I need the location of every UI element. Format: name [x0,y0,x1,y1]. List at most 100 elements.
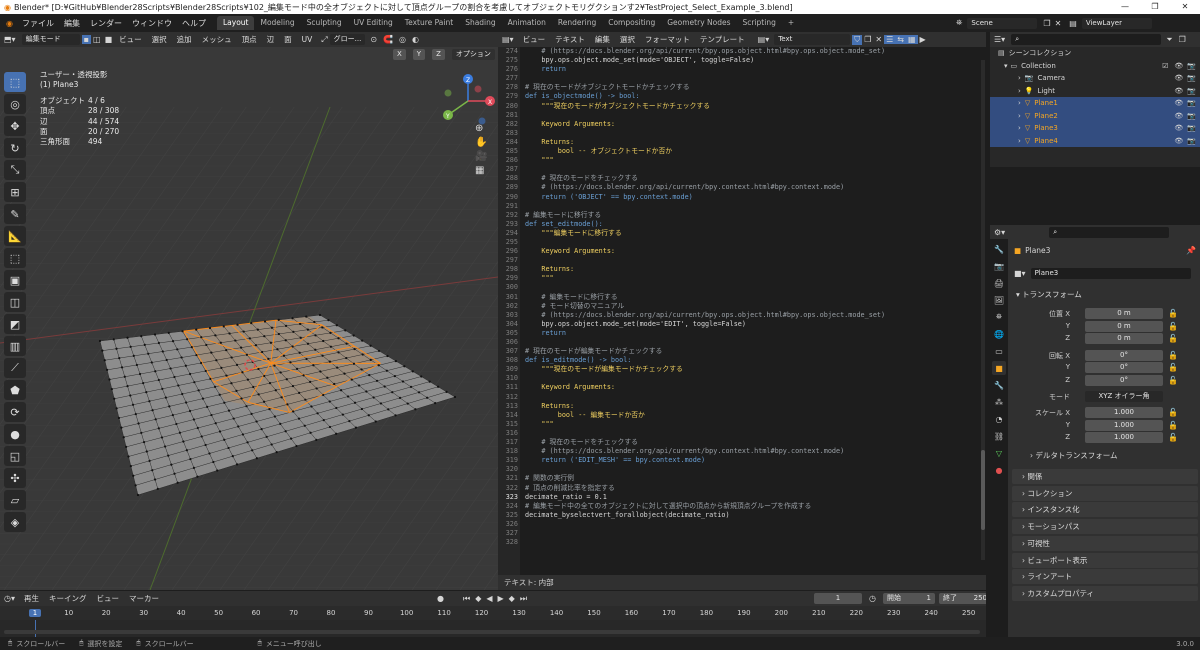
scrollbar-thumb[interactable] [981,450,985,530]
mesh-vertex[interactable] [117,416,121,420]
zoom-icon[interactable]: ⊕ [475,123,487,134]
viewport-menu-view[interactable]: ビュー [114,34,147,45]
mesh-vertex[interactable] [357,384,361,387]
mesh-vertex[interactable] [391,391,394,394]
mesh-vertex[interactable] [289,361,292,364]
mesh-vertex[interactable] [275,451,278,454]
render-camera-icon[interactable]: 📷 [1187,124,1196,132]
object-tab-icon[interactable]: ■ [992,361,1006,375]
code-line[interactable]: 290 return ('OBJECT' == bpy.context.mode… [498,193,885,202]
options-button[interactable]: オプション [451,49,495,60]
tab-modeling[interactable]: Modeling [254,16,300,30]
mesh-vertex[interactable] [282,354,286,357]
mesh-vertex[interactable] [337,351,340,354]
maximize-button[interactable]: ❐ [1140,0,1170,14]
mesh-vertex[interactable] [136,493,140,497]
expand-arrow-icon[interactable]: › [1018,87,1021,95]
mesh-vertex[interactable] [153,333,157,336]
text-editor[interactable]: 274 # (https://docs.blender.org/api/curr… [498,47,986,575]
code-line[interactable]: 287 [498,165,885,174]
mesh-vertex[interactable] [195,353,198,357]
mesh-vertex[interactable] [190,346,193,349]
mesh-vertex[interactable] [299,336,302,339]
viewport-menu-face[interactable]: 面 [279,34,297,45]
mesh-vertex[interactable] [131,403,135,406]
mesh-vertex[interactable] [153,478,157,481]
render-camera-icon[interactable]: 📷 [1187,112,1196,120]
mesh-vertex[interactable] [236,323,239,326]
jump-start-icon[interactable]: ⏮ [463,594,470,604]
mesh-vertex[interactable] [185,401,188,404]
viewport-menu-select[interactable]: 選択 [147,34,172,45]
code-line[interactable]: 285 bool -- オブジェクトモードか否か [498,147,885,156]
mesh-vertex[interactable] [171,339,175,343]
collection-tab-icon[interactable]: ▭ [992,344,1006,358]
mesh-vertex[interactable] [189,457,192,461]
mesh-vertex[interactable] [270,443,273,446]
mesh-vertex[interactable] [154,418,157,421]
render-camera-icon[interactable]: 📷 [1187,62,1196,70]
scene-selector[interactable]: Scene [967,17,1038,29]
mesh-vertex[interactable] [188,409,192,413]
world-tab-icon[interactable]: 🌐 [992,327,1006,341]
expand-arrow-icon[interactable]: › [1018,74,1021,82]
navigation-gizmo[interactable]: Z X Y [438,71,498,131]
mesh-vertex[interactable] [394,414,397,417]
viewport-menu-add[interactable]: 追加 [172,34,197,45]
menu-file[interactable]: ファイル [17,18,59,29]
spin-tool-icon[interactable]: ⟳ [4,402,26,422]
mesh-vertex[interactable] [210,413,213,417]
code-line[interactable]: 280 """現在のモードがオブジェクトモードかチェックする [498,102,885,111]
mesh-vertex[interactable] [263,374,266,378]
mesh-vertex[interactable] [306,328,309,331]
mesh-vertex[interactable] [232,417,235,420]
mesh-vertex[interactable] [209,377,212,380]
mesh-vertex[interactable] [208,452,211,455]
mesh-vertex[interactable] [205,343,208,347]
mesh-vertex[interactable] [322,419,325,422]
mesh-vertex[interactable] [309,431,312,434]
mesh-vertex[interactable] [286,403,289,406]
smooth-tool-icon[interactable]: ● [4,424,26,444]
new-text-icon[interactable]: ❐ [862,35,873,44]
text-menu-edit[interactable]: 編集 [590,34,615,45]
code-line[interactable]: 288 # 現在のモードをチェックする [498,174,885,183]
mesh-vertex[interactable] [314,334,317,337]
mesh-vertex[interactable] [188,372,192,376]
particles-tab-icon[interactable]: ⁂ [992,395,1006,409]
mesh-vertex[interactable] [103,359,106,362]
mesh-vertex[interactable] [175,422,178,426]
visibility-eye-icon[interactable]: 👁 [1174,112,1183,120]
mesh-vertex[interactable] [336,366,339,369]
mesh-vertex[interactable] [222,325,225,328]
code-line[interactable]: 323 decimate_ratio = 0.1 [498,493,885,502]
mesh-vertex[interactable] [122,436,125,439]
rotation-mode-dropdown[interactable]: XYZ オイラー角 [1085,391,1163,402]
mesh-vertex[interactable] [185,449,189,452]
mesh-vertex[interactable] [218,393,221,396]
mesh-vertex[interactable] [176,348,179,351]
mesh-vertex[interactable] [140,431,143,434]
lock-scale-x-icon[interactable]: 🔓 [1168,408,1178,417]
mesh-vertex[interactable] [318,313,322,317]
mesh-vertex[interactable] [234,339,237,342]
render-camera-icon[interactable]: 📷 [1187,137,1196,145]
mesh-vertex[interactable] [154,370,157,373]
text-name-field[interactable]: Text [774,34,851,45]
code-line[interactable]: 304 bpy.ops.object.mode_set(mode='EDIT',… [498,320,885,329]
mesh-vertex[interactable] [353,347,356,351]
rotation-z-field[interactable]: 0° [1085,375,1163,386]
code-line[interactable]: 286 """ [498,156,885,165]
code-line[interactable]: 295 [498,238,885,247]
mesh-vertex[interactable] [246,378,249,381]
mesh-vertex[interactable] [240,397,243,400]
mesh-vertex[interactable] [120,426,123,429]
new-collection-icon[interactable]: ❐ [1176,35,1189,44]
mesh-vertex[interactable] [335,406,338,410]
start-frame-field[interactable]: 開始 1 [882,593,935,604]
mesh-vertex[interactable] [291,345,294,348]
mesh-vertex[interactable] [228,332,231,335]
mesh-vertex[interactable] [263,335,266,338]
outliner-item-plane4[interactable]: › ▽ Plane4 👁 📷 [990,134,1200,147]
timeline-menu-playback[interactable]: 再生 [19,593,44,604]
